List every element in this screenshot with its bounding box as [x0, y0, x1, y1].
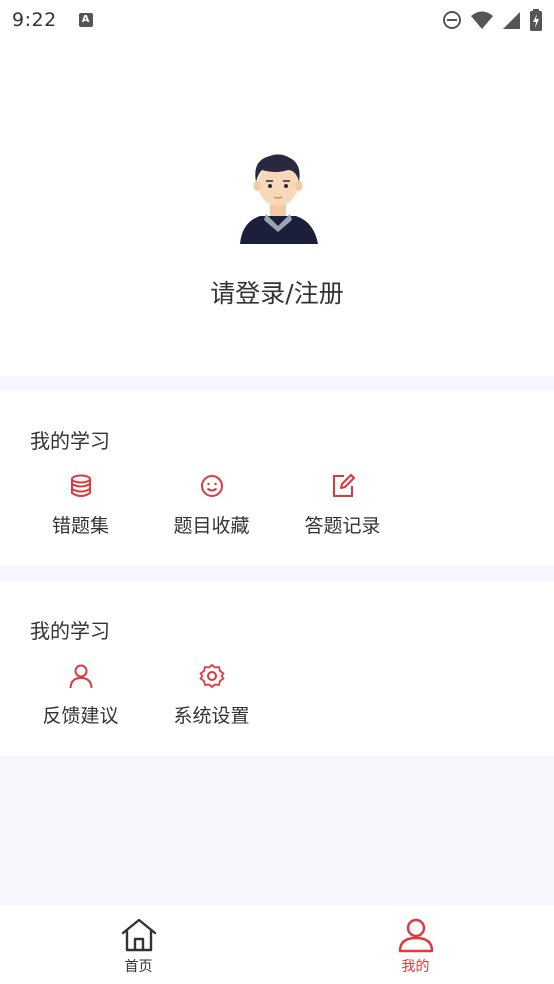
feedback-button[interactable]: 反馈建议	[15, 663, 146, 728]
a-icon: A	[78, 13, 93, 27]
wrong-questions-button[interactable]: 错题集	[15, 473, 146, 538]
nav-label: 我的	[401, 959, 430, 975]
wifi-icon	[471, 11, 493, 29]
battery-icon	[530, 9, 542, 31]
bottom-nav: 首页 我的	[0, 905, 554, 984]
database-icon	[70, 474, 91, 497]
avatar-icon[interactable]	[236, 154, 320, 246]
section-title: 我的学习	[30, 619, 110, 643]
login-register-link[interactable]: 请登录/注册	[0, 274, 554, 310]
edit-icon	[332, 474, 355, 497]
signal-icon	[503, 12, 520, 29]
settings-icon	[199, 664, 224, 688]
grid-label: 反馈建议	[42, 705, 119, 727]
status-bar: 9:22 A	[0, 0, 554, 40]
favorites-button[interactable]: 题目收藏	[146, 473, 277, 538]
dnd-icon	[443, 11, 461, 29]
status-time: 9:22	[12, 9, 57, 31]
user-icon	[69, 664, 92, 689]
grid-label: 题目收藏	[173, 515, 250, 537]
profile-header: 请登录/注册	[0, 40, 554, 376]
home-icon	[121, 918, 156, 952]
smiley-icon	[200, 475, 223, 497]
user-icon	[398, 918, 433, 953]
grid-label: 系统设置	[173, 705, 250, 727]
answer-records-button[interactable]: 答题记录	[277, 473, 408, 538]
grid-label: 答题记录	[304, 515, 381, 537]
nav-label: 首页	[124, 959, 153, 975]
settings-button[interactable]: 系统设置	[146, 663, 277, 728]
section-title: 我的学习	[30, 429, 110, 453]
study-section: 我的学习 错题集 题目收藏 答题记录	[0, 391, 554, 566]
nav-mine[interactable]: 我的	[277, 905, 554, 984]
grid-label: 错题集	[51, 515, 109, 537]
nav-home[interactable]: 首页	[0, 905, 277, 984]
study-section: 我的学习 反馈建议 系统设置	[0, 581, 554, 756]
status-icons	[442, 9, 542, 31]
